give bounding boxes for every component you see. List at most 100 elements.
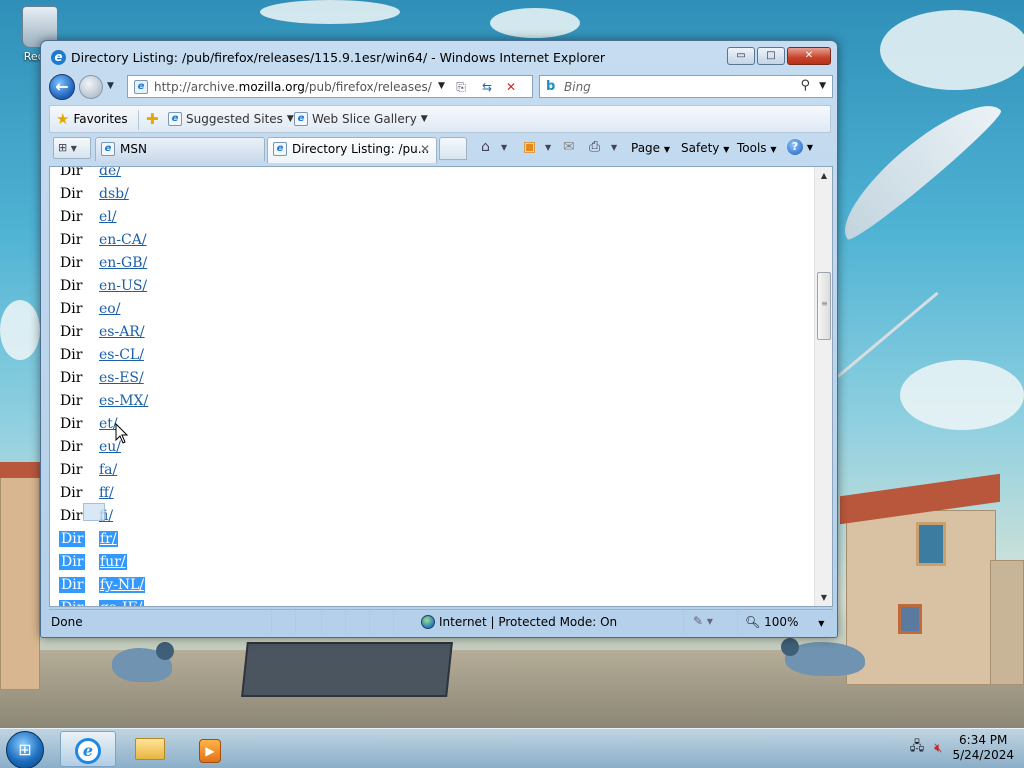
ie-page-icon: e — [294, 112, 308, 126]
list-item: Dir ff/ — [60, 481, 800, 504]
directory-link[interactable]: fur/ — [99, 554, 127, 570]
favorites-button[interactable]: ★ Favorites — [56, 112, 128, 127]
compatibility-view-icon[interactable]: ⎘ — [452, 79, 470, 95]
tab-msn[interactable]: e MSN — [95, 137, 265, 161]
directory-link[interactable]: dsb/ — [99, 186, 129, 202]
directory-link[interactable]: fa/ — [99, 462, 117, 478]
safety-menu-label: Safety — [681, 141, 720, 155]
address-dropdown-icon[interactable]: ▼ — [438, 81, 445, 91]
search-icon[interactable]: ⚲ — [800, 78, 810, 93]
address-bar[interactable]: e http://archive.mozilla.org/pub/firefox… — [127, 75, 533, 98]
zoom-level: 100% — [764, 615, 799, 629]
popup-blocker-icon[interactable]: ✎ ▾ — [693, 614, 713, 628]
directory-link[interactable]: fy-NL/ — [99, 577, 146, 593]
zoom-dropdown-icon: ▼ — [818, 619, 825, 628]
list-item: Dir fa/ — [60, 458, 800, 481]
scrollbar-thumb[interactable]: ≡ — [817, 272, 831, 340]
entry-type: Dir — [60, 370, 83, 386]
web-slice-gallery-link[interactable]: e Web Slice Gallery ▼ — [294, 112, 428, 126]
list-item: Dir es-MX/ — [60, 389, 800, 412]
taskbar-ie-button[interactable]: e — [60, 731, 116, 767]
directory-link[interactable]: es-ES/ — [99, 370, 144, 386]
recent-pages-dropdown-icon[interactable]: ▼ — [107, 81, 114, 91]
page-menu[interactable]: Page ▼ — [631, 141, 670, 155]
suggested-sites-dropdown-icon: ▼ — [286, 114, 294, 124]
new-tab-button[interactable] — [439, 137, 467, 160]
tab-label: MSN — [120, 142, 147, 156]
page-content: Dir de/Dir dsb/Dir el/Dir en-CA/Dir en-GB/Dir… — [49, 166, 833, 607]
directory-link[interactable]: es-MX/ — [99, 393, 148, 409]
refresh-icon[interactable]: ⇆ — [478, 79, 496, 95]
status-bar: Done Internet | Protected Mode: On ✎ ▾ 🔍… — [49, 609, 833, 634]
directory-link[interactable]: el/ — [99, 209, 116, 225]
search-options-dropdown-icon[interactable]: ▼ — [819, 81, 826, 91]
entry-type: Dir — [60, 393, 83, 409]
entry-type: Dir — [59, 600, 86, 606]
scroll-down-arrow-icon[interactable]: ▼ — [815, 589, 832, 606]
directory-link[interactable]: en-US/ — [99, 278, 147, 294]
directory-link[interactable]: es-AR/ — [99, 324, 145, 340]
entry-type: Dir — [60, 232, 83, 248]
clock-date: 5/24/2024 — [952, 748, 1014, 762]
system-tray: 🖧︎ 🔇︎ 6:34 PM 5/24/2024 — [910, 733, 1014, 763]
volume-muted-icon[interactable]: 🔇︎ — [934, 741, 942, 756]
entry-type: Dir — [60, 301, 83, 317]
print-icon[interactable]: ⎙ — [589, 139, 600, 155]
feeds-icon[interactable]: ▣ — [523, 139, 536, 155]
directory-link[interactable]: fr/ — [99, 531, 118, 547]
search-placeholder: Bing — [564, 80, 591, 94]
directory-link[interactable]: en-GB/ — [99, 255, 147, 271]
entry-type: Dir — [60, 485, 83, 501]
entry-type: Dir — [59, 577, 86, 593]
suggested-sites-link[interactable]: e Suggested Sites ▼ — [168, 112, 294, 126]
stop-icon[interactable]: ✕ — [502, 79, 520, 95]
directory-link[interactable]: ga-IE/ — [99, 600, 144, 606]
minimize-button[interactable]: ▭ — [727, 47, 755, 65]
tab-directory-listing[interactable]: e Directory Listing: /pu... ✕ — [267, 137, 437, 163]
entry-type: Dir — [60, 439, 83, 455]
taskbar-explorer-button[interactable] — [122, 731, 178, 767]
clock[interactable]: 6:34 PM 5/24/2024 — [952, 733, 1014, 763]
add-to-favorites-bar-button[interactable]: ✚ — [146, 110, 159, 128]
forward-button[interactable] — [79, 75, 103, 99]
home-dropdown-icon[interactable]: ▼ — [501, 143, 507, 152]
ie-window: e Directory Listing: /pub/firefox/releas… — [40, 40, 838, 638]
start-button[interactable]: ⊞ — [6, 731, 44, 768]
page-icon: e — [134, 80, 148, 94]
title-bar[interactable]: e Directory Listing: /pub/firefox/releas… — [41, 41, 837, 75]
maximize-button[interactable]: □ — [757, 47, 785, 65]
home-icon[interactable]: ⌂ — [481, 139, 490, 155]
list-item: Dir ga-IE/ — [59, 596, 800, 606]
list-item: Dir es-CL/ — [60, 343, 800, 366]
help-menu[interactable]: ? ▼ — [787, 139, 813, 155]
feeds-dropdown-icon[interactable]: ▼ — [545, 143, 551, 152]
list-item: Dir dsb/ — [60, 182, 800, 205]
zoom-control[interactable]: 🔍︎ 100% ▼ — [745, 615, 824, 629]
directory-link[interactable]: en-CA/ — [99, 232, 147, 248]
entry-type: Dir — [60, 508, 83, 524]
security-zone-label: Internet | Protected Mode: On — [439, 615, 618, 629]
close-tab-icon[interactable]: ✕ — [420, 142, 430, 156]
address-url[interactable]: http://archive.mozilla.org/pub/firefox/r… — [154, 80, 432, 94]
back-button[interactable]: ← — [49, 74, 75, 100]
network-icon[interactable]: 🖧︎ — [910, 737, 925, 759]
security-zone[interactable]: Internet | Protected Mode: On — [421, 615, 617, 629]
directory-link[interactable]: es-CL/ — [99, 347, 144, 363]
tools-menu[interactable]: Tools ▼ — [737, 141, 777, 155]
quick-tabs-button[interactable]: ⊞ ▼ — [53, 137, 91, 159]
add-favorite-star-icon: ✚ — [146, 110, 159, 128]
directory-link[interactable]: de/ — [99, 167, 121, 179]
entry-type: Dir — [60, 347, 83, 363]
directory-link[interactable]: eo/ — [99, 301, 120, 317]
scroll-up-arrow-icon[interactable]: ▲ — [815, 167, 832, 184]
close-button[interactable]: ✕ — [787, 47, 831, 65]
search-box[interactable]: b Bing ⚲ ▼ — [539, 75, 833, 98]
vertical-scrollbar[interactable]: ▲ ≡ ▼ — [814, 167, 832, 606]
ie-tab-icon: e — [101, 142, 115, 156]
print-dropdown-icon[interactable]: ▼ — [611, 143, 617, 152]
safety-menu[interactable]: Safety ▼ — [681, 141, 729, 155]
taskbar-media-player-button[interactable]: ▶ — [182, 731, 238, 767]
directory-link[interactable]: ff/ — [99, 485, 114, 501]
read-mail-icon[interactable]: ✉ — [563, 139, 575, 155]
page-menu-label: Page — [631, 141, 661, 155]
